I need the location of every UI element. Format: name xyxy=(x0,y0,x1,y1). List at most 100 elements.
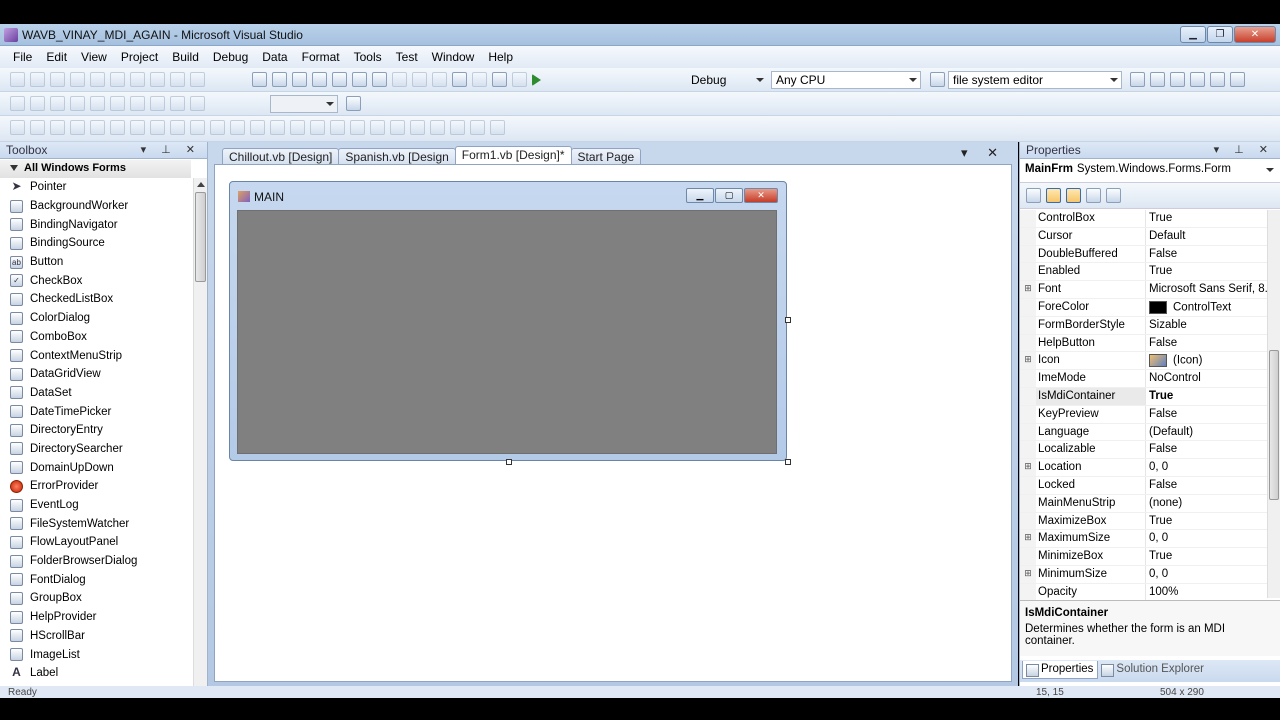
platform-combo[interactable]: Any CPU xyxy=(771,71,921,89)
property-value[interactable]: (Default) xyxy=(1146,424,1267,441)
designed-form[interactable]: MAIN ▁ ▢ ✕ xyxy=(229,181,787,461)
toolbox-item-errorprovider[interactable]: ErrorProvider xyxy=(0,477,192,496)
toolbox-item-button[interactable]: ab Button xyxy=(0,253,192,272)
align-tops-icon[interactable] xyxy=(90,120,105,135)
grid-size-icon[interactable] xyxy=(210,120,225,135)
menu-window[interactable]: Window xyxy=(425,50,482,64)
view-designer-icon[interactable] xyxy=(346,96,361,111)
menu-edit[interactable]: Edit xyxy=(39,50,74,64)
toolbox-item-fontdialog[interactable]: FontDialog xyxy=(0,570,192,589)
property-row-icon[interactable]: ⊞ Icon (Icon) xyxy=(1020,352,1267,371)
property-value[interactable]: (Icon) xyxy=(1146,352,1267,369)
paste-icon[interactable] xyxy=(432,72,447,87)
add-file-icon[interactable] xyxy=(312,72,327,87)
find-in-files-icon[interactable] xyxy=(930,72,945,87)
property-row-formborderstyle[interactable]: FormBorderStyle Sizable xyxy=(1020,316,1267,335)
toolbox-item-checkbox[interactable]: ✓ CheckBox xyxy=(0,271,192,290)
tab-properties[interactable]: Properties xyxy=(1022,661,1099,679)
tab-order-icon[interactable] xyxy=(490,120,505,135)
tab-start-page[interactable]: Start Page xyxy=(570,148,642,165)
property-row-language[interactable]: Language (Default) xyxy=(1020,423,1267,442)
outdent-icon[interactable] xyxy=(30,96,45,111)
navigate-backward-icon[interactable] xyxy=(492,72,507,87)
menu-data[interactable]: Data xyxy=(255,50,294,64)
align-to-grid-icon[interactable] xyxy=(10,120,25,135)
property-row-helpbutton[interactable]: HelpButton False xyxy=(1020,334,1267,353)
menu-test[interactable]: Test xyxy=(389,50,425,64)
object-browser-icon[interactable] xyxy=(1170,72,1185,87)
open-file-icon[interactable] xyxy=(332,72,347,87)
menu-format[interactable]: Format xyxy=(295,50,347,64)
expand-icon[interactable]: ⊞ xyxy=(1020,352,1036,370)
h-spacing-equal-icon[interactable] xyxy=(230,120,245,135)
property-row-imemode[interactable]: ImeMode NoControl xyxy=(1020,370,1267,388)
property-row-location[interactable]: ⊞ Location 0, 0 xyxy=(1020,459,1267,477)
find-combo[interactable]: file system editor xyxy=(948,71,1122,89)
property-value[interactable]: True xyxy=(1146,263,1267,280)
comment-icon[interactable] xyxy=(90,96,105,111)
start-page-icon[interactable] xyxy=(1210,72,1225,87)
object-selector[interactable]: MainFrm System.Windows.Forms.Form xyxy=(1020,159,1280,183)
toolbox-item-pointer[interactable]: ➤ Pointer xyxy=(0,178,192,197)
menu-build[interactable]: Build xyxy=(165,50,206,64)
property-row-minimumsize[interactable]: ⊞ MinimumSize 0, 0 xyxy=(1020,565,1267,584)
property-row-forecolor[interactable]: ForeColor ControlText xyxy=(1020,298,1267,317)
toolbox-item-directoryentry[interactable]: DirectoryEntry xyxy=(0,421,192,440)
align-middles-icon[interactable] xyxy=(110,120,125,135)
property-value[interactable]: ControlText xyxy=(1146,299,1267,316)
solution-config-combo[interactable]: Debug xyxy=(686,71,768,89)
bookmark-icon[interactable] xyxy=(70,96,85,111)
align-centers-icon[interactable] xyxy=(50,120,65,135)
expand-icon[interactable]: ⊞ xyxy=(1020,281,1036,298)
property-row-minimizebox[interactable]: MinimizeBox True xyxy=(1020,548,1267,566)
toolbox-item-groupbox[interactable]: GroupBox xyxy=(0,589,192,608)
font-icon[interactable] xyxy=(130,96,145,111)
toolbox-item-datetimepicker[interactable]: DateTimePicker xyxy=(0,402,192,421)
property-value[interactable]: Microsoft Sans Serif, 8.2 xyxy=(1146,281,1267,298)
zoom-out-icon[interactable] xyxy=(190,96,205,111)
toolbox-item-backgroundworker[interactable]: BackgroundWorker xyxy=(0,197,192,216)
property-value[interactable]: True xyxy=(1146,388,1267,405)
property-value[interactable]: False xyxy=(1146,406,1267,423)
align-lefts-icon[interactable] xyxy=(30,120,45,135)
tab-spanish-design[interactable]: Spanish.vb [Design xyxy=(338,148,456,165)
toolbox-item-datagridview[interactable]: DataGridView xyxy=(0,365,192,384)
property-row-doublebuffered[interactable]: DoubleBuffered False xyxy=(1020,245,1267,264)
close-button[interactable]: ✕ xyxy=(1234,26,1276,43)
expand-icon[interactable]: ⊞ xyxy=(1020,530,1036,548)
redo-icon[interactable] xyxy=(472,72,487,87)
tab-solution-explorer[interactable]: Solution Explorer xyxy=(1098,661,1208,679)
minimize-button[interactable]: ▁ xyxy=(1180,26,1206,43)
form-designer-surface[interactable]: MAIN ▁ ▢ ✕ xyxy=(214,164,1012,682)
menu-debug[interactable]: Debug xyxy=(206,50,255,64)
cut-icon[interactable] xyxy=(392,72,407,87)
properties-scrollbar[interactable] xyxy=(1267,210,1280,598)
make-same-height-icon[interactable] xyxy=(150,72,165,87)
scroll-up-icon[interactable] xyxy=(197,182,205,187)
property-row-font[interactable]: ⊞ Font Microsoft Sans Serif, 8.2 xyxy=(1020,281,1267,299)
property-value[interactable]: 0, 0 xyxy=(1146,530,1267,547)
toolbox-item-label[interactable]: A Label xyxy=(0,664,192,683)
mdi-client-area[interactable] xyxy=(237,210,777,454)
expand-icon[interactable]: ⊞ xyxy=(1020,565,1036,583)
resize-handle-right[interactable] xyxy=(785,317,791,323)
property-value[interactable]: Default xyxy=(1146,228,1267,245)
form-maximize-button[interactable]: ▢ xyxy=(715,188,743,203)
form-minimize-button[interactable]: ▁ xyxy=(686,188,714,203)
sort-icon[interactable] xyxy=(50,96,65,111)
same-size-icon[interactable] xyxy=(190,120,205,135)
align-top-icon[interactable] xyxy=(70,72,85,87)
start-debugging-icon[interactable] xyxy=(532,74,541,86)
resize-handle-corner[interactable] xyxy=(785,459,791,465)
v-spacing-equal-icon[interactable] xyxy=(310,120,325,135)
toolbox-item-combobox[interactable]: ComboBox xyxy=(0,328,192,347)
make-same-size-icon[interactable] xyxy=(190,72,205,87)
property-row-keypreview[interactable]: KeyPreview False xyxy=(1020,405,1267,424)
property-row-cursor[interactable]: Cursor Default xyxy=(1020,227,1267,246)
undo-icon[interactable] xyxy=(452,72,467,87)
alphabetical-icon[interactable] xyxy=(1046,188,1061,203)
toolbox-item-contextmenustrip[interactable]: ContextMenuStrip xyxy=(0,346,192,365)
align-rights-icon[interactable] xyxy=(70,120,85,135)
align-bottom-icon[interactable] xyxy=(110,72,125,87)
solution-explorer-icon[interactable] xyxy=(1130,72,1145,87)
